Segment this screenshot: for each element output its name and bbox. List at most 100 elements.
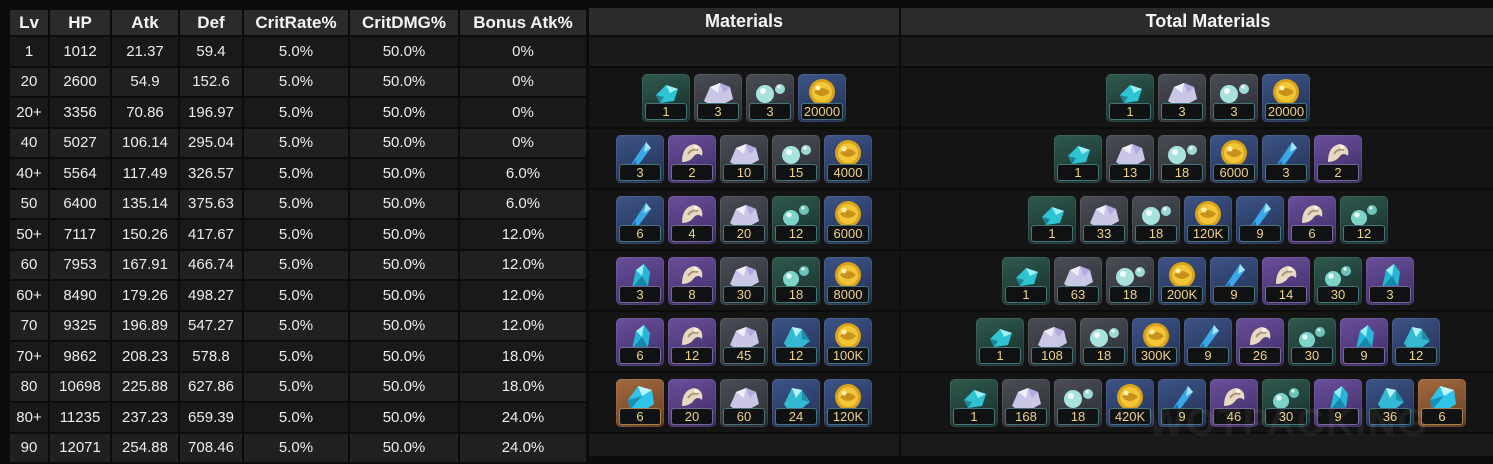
material-item[interactable]: 13 bbox=[1106, 134, 1154, 183]
material-item[interactable]: 10 bbox=[720, 134, 768, 183]
material-count: 12 bbox=[775, 346, 817, 364]
material-item[interactable]: 6000 bbox=[1210, 134, 1258, 183]
material-item[interactable]: 9 bbox=[1184, 317, 1232, 366]
material-count: 14 bbox=[1265, 285, 1307, 303]
material-item[interactable]: 9 bbox=[1340, 317, 1388, 366]
material-item[interactable]: 24 bbox=[772, 378, 820, 427]
material-item[interactable]: 1 bbox=[1002, 256, 1050, 305]
material-item[interactable]: 100K bbox=[824, 317, 872, 366]
material-count: 20000 bbox=[801, 102, 843, 120]
material-item[interactable]: 420K bbox=[1106, 378, 1154, 427]
material-item[interactable]: 45 bbox=[720, 317, 768, 366]
stats-row: 60 7953 167.91 466.74 5.0% 50.0% 12.0% bbox=[10, 250, 586, 279]
stats-row: 60+ 8490 179.26 498.27 5.0% 50.0% 12.0% bbox=[10, 281, 586, 310]
material-item[interactable]: 1 bbox=[642, 73, 690, 122]
material-item[interactable]: 8 bbox=[668, 256, 716, 305]
material-item[interactable]: 6 bbox=[1288, 195, 1336, 244]
material-count: 18 bbox=[1135, 224, 1177, 242]
material-item[interactable]: 60 bbox=[720, 378, 768, 427]
material-item[interactable]: 12 bbox=[1340, 195, 1388, 244]
material-item[interactable]: 6 bbox=[616, 378, 664, 427]
material-item[interactable]: 3 bbox=[1262, 134, 1310, 183]
cell-critrate: 5.0% bbox=[244, 342, 348, 371]
material-item[interactable]: 9 bbox=[1210, 256, 1258, 305]
material-item[interactable]: 6000 bbox=[824, 195, 872, 244]
cell-lv: 80 bbox=[10, 372, 48, 401]
total-materials-band: 1 63 18 200K 9 14 30 3 bbox=[901, 251, 1493, 310]
material-item[interactable]: 20000 bbox=[1262, 73, 1310, 122]
material-item[interactable]: 3 bbox=[1158, 73, 1206, 122]
material-count: 9 bbox=[1239, 224, 1281, 242]
material-item[interactable]: 20 bbox=[720, 195, 768, 244]
material-item[interactable]: 33 bbox=[1080, 195, 1128, 244]
cell-def: 547.27 bbox=[180, 311, 242, 340]
material-item[interactable]: 4 bbox=[668, 195, 716, 244]
material-item[interactable]: 3 bbox=[616, 256, 664, 305]
materials-column: Materials 1 3 3 20000 3 2 10 15 4000 6 4 20 12 6000 3 8… bbox=[589, 8, 899, 456]
material-count: 1 bbox=[1031, 224, 1073, 242]
material-item[interactable]: 20000 bbox=[798, 73, 846, 122]
material-item[interactable]: 8000 bbox=[824, 256, 872, 305]
material-item[interactable]: 2 bbox=[1314, 134, 1362, 183]
cell-atk: 117.49 bbox=[112, 159, 178, 188]
material-item[interactable]: 200K bbox=[1158, 256, 1206, 305]
material-count: 10 bbox=[723, 163, 765, 181]
cell-def: 295.04 bbox=[180, 128, 242, 157]
material-item[interactable]: 20 bbox=[668, 378, 716, 427]
material-item[interactable]: 120K bbox=[824, 378, 872, 427]
material-item[interactable]: 3 bbox=[694, 73, 742, 122]
material-count: 2 bbox=[671, 163, 713, 181]
material-item[interactable]: 12 bbox=[1392, 317, 1440, 366]
material-item[interactable]: 30 bbox=[1288, 317, 1336, 366]
material-item[interactable]: 30 bbox=[1314, 256, 1362, 305]
material-item[interactable]: 1 bbox=[1106, 73, 1154, 122]
material-item[interactable]: 12 bbox=[772, 317, 820, 366]
material-item[interactable]: 18 bbox=[1158, 134, 1206, 183]
material-item[interactable]: 3 bbox=[1210, 73, 1258, 122]
total-materials-band: 1 13 18 6000 3 2 bbox=[901, 129, 1493, 188]
material-item[interactable]: 18 bbox=[1080, 317, 1128, 366]
material-count: 120K bbox=[827, 407, 869, 425]
cell-critrate: 5.0% bbox=[244, 98, 348, 127]
material-count: 6 bbox=[1291, 224, 1333, 242]
stats-row: 20 2600 54.9 152.6 5.0% 50.0% 0% bbox=[10, 67, 586, 96]
material-item[interactable]: 9 bbox=[1236, 195, 1284, 244]
material-item[interactable]: 14 bbox=[1262, 256, 1310, 305]
material-item[interactable]: 1 bbox=[950, 378, 998, 427]
material-item[interactable]: 6 bbox=[616, 195, 664, 244]
material-item[interactable]: 12 bbox=[668, 317, 716, 366]
material-item[interactable]: 120K bbox=[1184, 195, 1232, 244]
material-item[interactable]: 18 bbox=[1106, 256, 1154, 305]
material-item[interactable]: 18 bbox=[772, 256, 820, 305]
material-count: 1 bbox=[1005, 285, 1047, 303]
cell-critrate: 5.0% bbox=[244, 250, 348, 279]
cell-bonus-atk: 6.0% bbox=[460, 189, 586, 218]
cell-critdmg: 50.0% bbox=[350, 311, 458, 340]
material-count: 20 bbox=[671, 407, 713, 425]
material-item[interactable]: 1 bbox=[976, 317, 1024, 366]
material-item[interactable]: 30 bbox=[720, 256, 768, 305]
material-item[interactable]: 1 bbox=[1028, 195, 1076, 244]
cell-hp: 10698 bbox=[50, 372, 110, 401]
material-item[interactable]: 1 bbox=[1054, 134, 1102, 183]
material-item[interactable]: 168 bbox=[1002, 378, 1050, 427]
material-item[interactable]: 12 bbox=[772, 195, 820, 244]
material-item[interactable]: 4000 bbox=[824, 134, 872, 183]
material-item[interactable]: 3 bbox=[616, 134, 664, 183]
stats-row: 20+ 3356 70.86 196.97 5.0% 50.0% 0% bbox=[10, 98, 586, 127]
material-item[interactable]: 15 bbox=[772, 134, 820, 183]
material-item[interactable]: 2 bbox=[668, 134, 716, 183]
material-count: 30 bbox=[723, 285, 765, 303]
material-item[interactable]: 108 bbox=[1028, 317, 1076, 366]
cell-critrate: 5.0% bbox=[244, 37, 348, 66]
material-item[interactable]: 3 bbox=[1366, 256, 1414, 305]
material-item[interactable]: 6 bbox=[616, 317, 664, 366]
material-item[interactable]: 3 bbox=[746, 73, 794, 122]
material-item[interactable]: 18 bbox=[1054, 378, 1102, 427]
material-item[interactable]: 300K bbox=[1132, 317, 1180, 366]
material-item[interactable]: 26 bbox=[1236, 317, 1284, 366]
cell-lv: 40+ bbox=[10, 159, 48, 188]
material-item[interactable]: 63 bbox=[1054, 256, 1102, 305]
material-item[interactable]: 18 bbox=[1132, 195, 1180, 244]
material-count: 300K bbox=[1135, 346, 1177, 364]
